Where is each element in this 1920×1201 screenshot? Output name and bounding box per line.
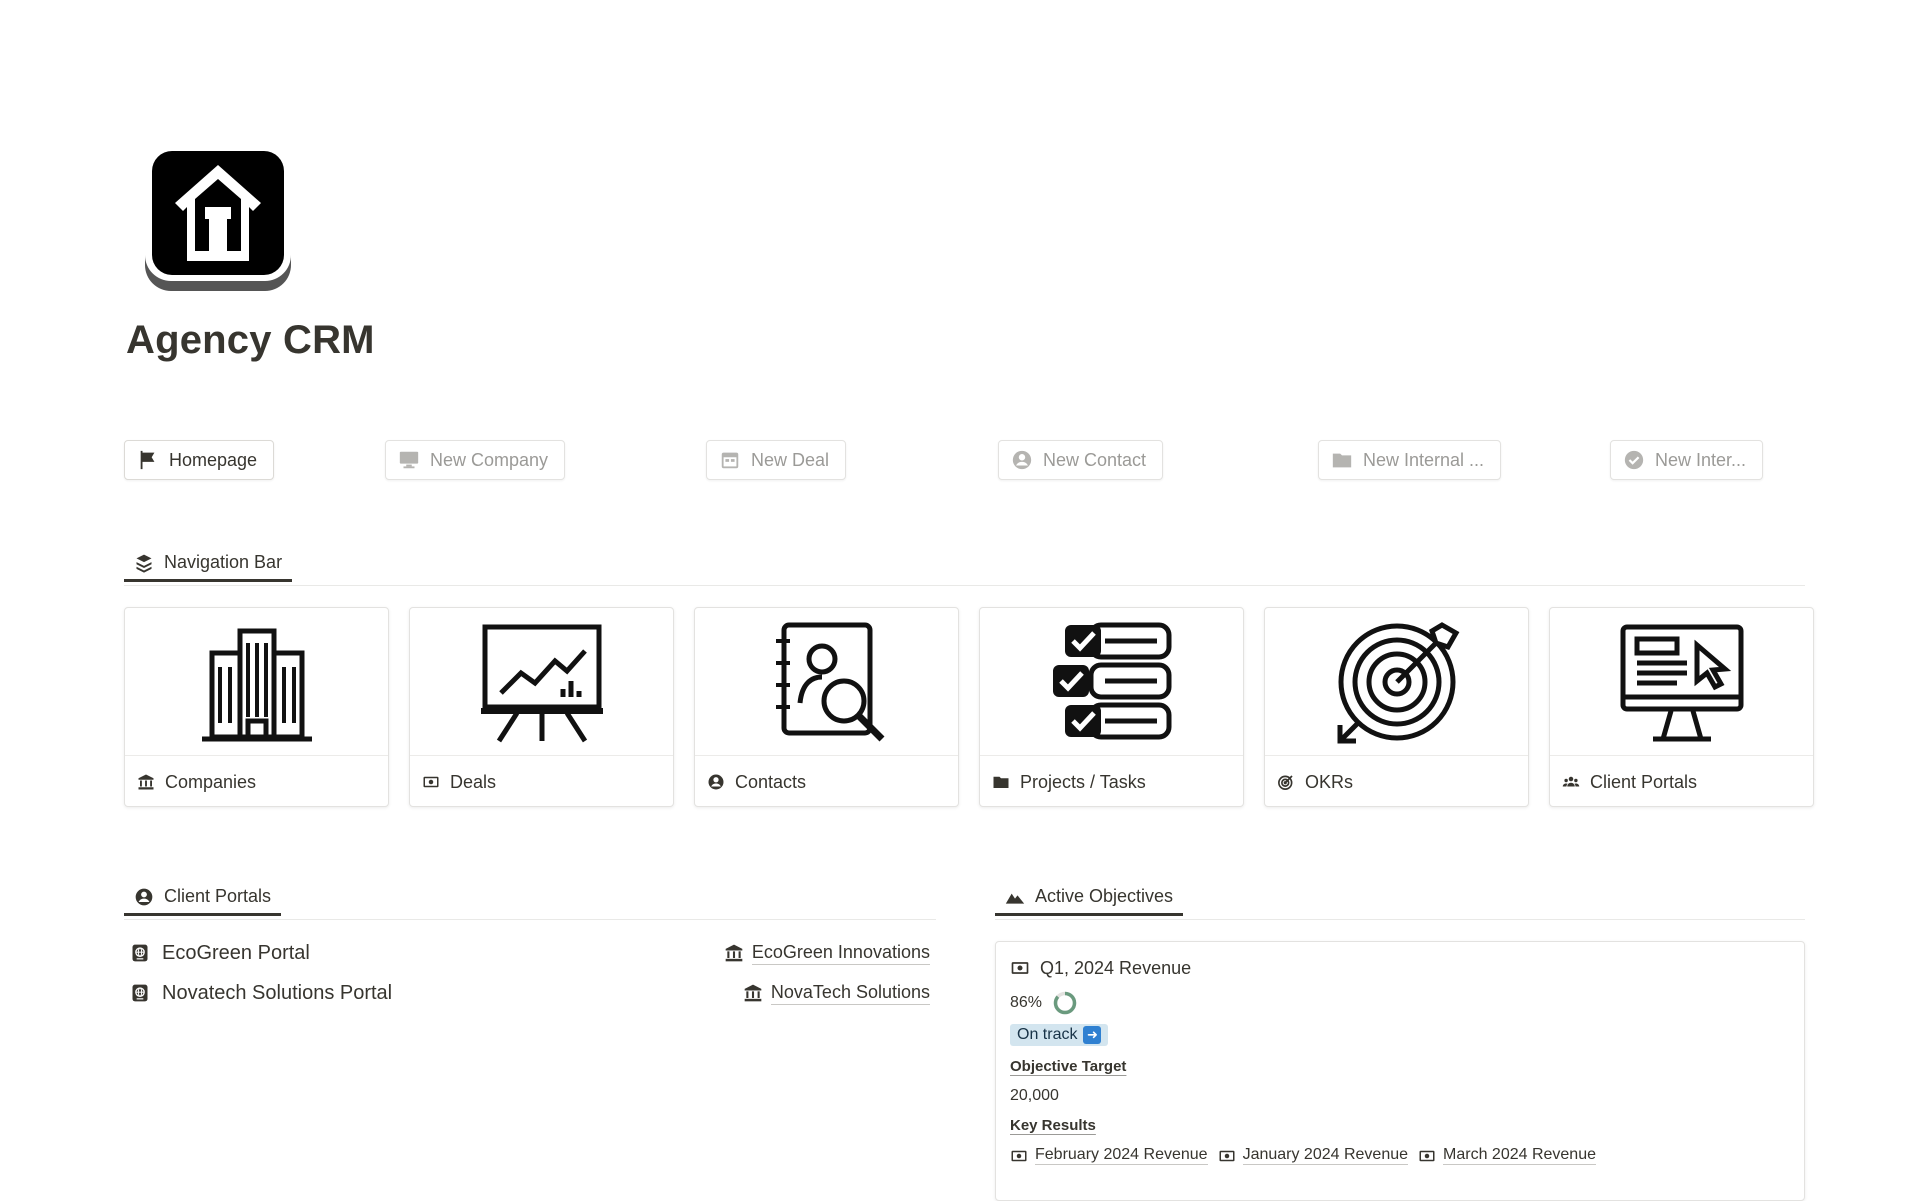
portal-company-link[interactable]: NovaTech Solutions — [743, 982, 930, 1005]
buildings-icon — [201, 628, 312, 741]
homepage-button[interactable]: Homepage — [124, 440, 275, 480]
list-item[interactable]: Novatech Solutions Portal NovaTech Solut… — [130, 975, 930, 1011]
divider — [995, 919, 1805, 920]
passport-icon — [132, 944, 148, 962]
group-icon — [1562, 776, 1580, 787]
portal-company-link[interactable]: EcoGreen Innovations — [724, 942, 930, 965]
objective-card[interactable]: Q1, 2024 Revenue 86% On track ➜ Objectiv… — [995, 941, 1805, 1201]
passport-icon — [132, 984, 148, 1002]
money-icon — [1219, 1150, 1235, 1161]
status-badge: On track ➜ — [1010, 1024, 1109, 1046]
divider — [124, 919, 936, 920]
key-result-link[interactable]: January 2024 Revenue — [1218, 1146, 1409, 1165]
objective-target-value: 20,000 — [1010, 1087, 1059, 1104]
divider — [124, 585, 1805, 586]
money-icon — [1419, 1150, 1435, 1161]
calendar-icon — [721, 452, 739, 469]
mountain-icon — [1005, 893, 1025, 904]
page-icon — [143, 143, 293, 293]
page-title: Agency CRM — [126, 318, 375, 362]
objective-percent: 86% — [1010, 994, 1043, 1011]
monitor-cursor-icon — [1620, 624, 1743, 741]
key-results-list: February 2024 Revenue January 2024 Reven… — [1010, 1146, 1790, 1165]
layers-icon — [136, 554, 152, 573]
user-circle-icon — [1012, 450, 1032, 470]
nav-card-deals[interactable]: Deals — [409, 607, 674, 807]
target-arrow-icon — [1337, 621, 1459, 743]
money-icon — [423, 776, 439, 788]
nav-card-okrs[interactable]: OKRs — [1264, 607, 1529, 807]
house-icon — [145, 145, 291, 291]
list-item[interactable]: EcoGreen Portal EcoGreen Innovations — [130, 935, 930, 971]
tab-client-portals[interactable]: Client Portals — [124, 880, 282, 916]
arrow-right-icon: ➜ — [1083, 1026, 1102, 1044]
new-company-button[interactable]: New Company — [385, 440, 566, 480]
new-deal-button[interactable]: New Deal — [706, 440, 847, 480]
user-circle-icon — [135, 888, 153, 905]
flag-icon — [140, 450, 155, 470]
target-icon — [1278, 775, 1293, 790]
check-circle-icon — [1624, 450, 1644, 470]
nav-card-client-portals[interactable]: Client Portals — [1549, 607, 1814, 807]
nav-card-companies[interactable]: Companies — [124, 607, 389, 807]
user-circle-icon — [708, 774, 724, 790]
bank-icon — [744, 984, 762, 1002]
checklist-icon — [1052, 622, 1171, 739]
bank-icon — [725, 944, 743, 962]
chart-board-icon — [480, 624, 603, 742]
nav-card-contacts[interactable]: Contacts — [694, 607, 959, 807]
monitor-icon — [399, 451, 419, 469]
objective-title: Q1, 2024 Revenue — [1040, 957, 1192, 978]
new-contact-button[interactable]: New Contact — [998, 440, 1164, 480]
progress-ring — [1053, 991, 1077, 1015]
money-icon — [1011, 962, 1029, 974]
tab-active-objectives[interactable]: Active Objectives — [995, 880, 1184, 916]
new-internal-task-button[interactable]: New Inter... — [1610, 440, 1764, 480]
contact-search-icon — [775, 622, 884, 741]
folder-icon — [1332, 453, 1352, 468]
new-internal-project-button[interactable]: New Internal ... — [1318, 440, 1502, 480]
money-icon — [1011, 1150, 1027, 1161]
portal-name: Novatech Solutions Portal — [162, 981, 393, 1004]
folder-icon — [993, 776, 1009, 788]
tab-navigation-bar[interactable]: Navigation Bar — [124, 546, 293, 582]
portal-name: EcoGreen Portal — [162, 941, 310, 964]
nav-card-projects-tasks[interactable]: Projects / Tasks — [979, 607, 1244, 807]
key-result-link[interactable]: February 2024 Revenue — [1010, 1146, 1208, 1165]
bank-icon — [138, 774, 154, 790]
objective-target-label: Objective Target — [1010, 1058, 1127, 1075]
key-result-link[interactable]: March 2024 Revenue — [1418, 1146, 1596, 1165]
key-results-label: Key Results — [1010, 1117, 1096, 1134]
